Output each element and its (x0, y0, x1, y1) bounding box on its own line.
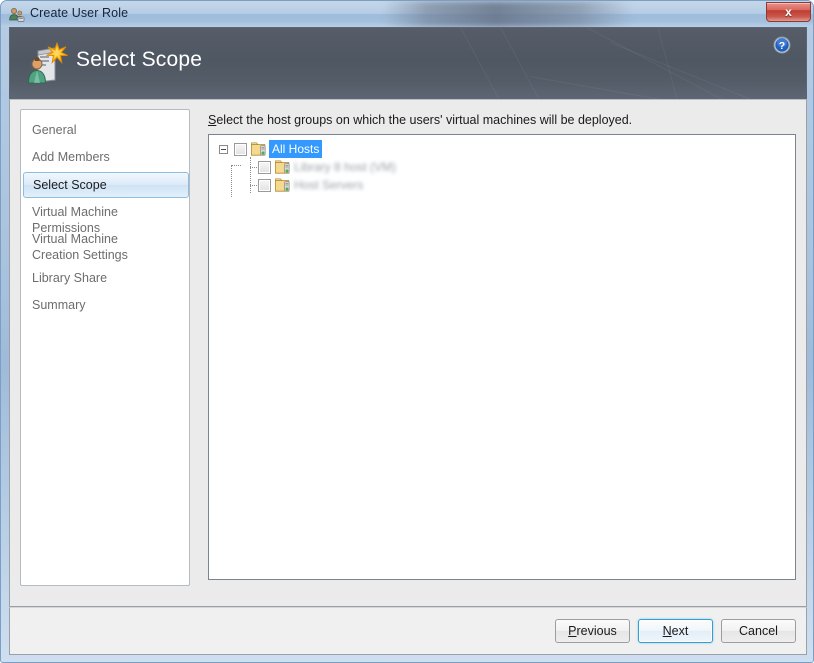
sidebar-item-library-share[interactable]: Library Share (23, 266, 189, 290)
sidebar-item-label: Virtual Machine Creation Settings (32, 232, 128, 262)
help-question-icon[interactable]: ? (773, 36, 791, 54)
close-icon: x (785, 5, 792, 19)
instruction-text: elect the host groups on which the users… (216, 113, 633, 127)
step-content: Select the host groups on which the user… (200, 109, 797, 586)
sidebar-item-summary[interactable]: Summary (23, 293, 189, 317)
page-title: Select Scope (76, 48, 203, 71)
sidebar-item-label: Summary (32, 298, 86, 312)
previous-button[interactable]: Previous (555, 619, 630, 643)
tree-checkbox[interactable] (234, 143, 247, 156)
tree-node-label[interactable]: Library 8 host (VM) (294, 158, 396, 176)
wizard-step-list: General Add Members Select Scope Virtual… (20, 109, 190, 586)
window-title: Create User Role (30, 6, 129, 20)
instruction-label: Select the host groups on which the user… (208, 113, 632, 127)
cancel-label: Cancel (739, 624, 778, 638)
user-role-icon (8, 6, 25, 23)
next-button[interactable]: Next (638, 619, 713, 643)
host-groups-tree[interactable]: All Hosts Library 8 host (VM) Host Serve… (208, 134, 796, 580)
host-group-folder-icon (251, 142, 267, 156)
svg-text:?: ? (779, 40, 785, 52)
sidebar-item-add-members[interactable]: Add Members (23, 145, 189, 169)
tree-node-label[interactable]: All Hosts (269, 140, 323, 158)
dialog-footer: Previous Next Cancel (9, 607, 807, 655)
title-bar: Create User Role x (1, 1, 813, 27)
dialog-body: General Add Members Select Scope Virtual… (9, 99, 807, 607)
tree-expander-icon[interactable] (219, 145, 228, 154)
dialog-window: Create User Role x Select Scope ? Genera… (0, 0, 814, 663)
sidebar-item-label: Library Share (32, 271, 108, 285)
previous-accesskey: P (568, 624, 577, 638)
sidebar-item-select-scope[interactable]: Select Scope (23, 172, 189, 198)
server-new-icon (24, 41, 68, 86)
cancel-button[interactable]: Cancel (721, 619, 796, 643)
tree-node-label[interactable]: Host Servers (294, 176, 363, 194)
sidebar-item-virtual-machine-creation-settings[interactable]: Virtual Machine Creation Settings (23, 227, 163, 267)
header-banner: Select Scope ? (9, 27, 807, 99)
sidebar-item-label: Add Members (32, 150, 110, 164)
tree-checkbox[interactable] (258, 179, 271, 192)
host-group-folder-icon (275, 178, 291, 192)
tree-connector (231, 165, 233, 197)
sidebar-item-general[interactable]: General (23, 118, 189, 142)
title-bar-blurred-region (383, 1, 633, 27)
tree-checkbox[interactable] (258, 161, 271, 174)
next-label: ext (671, 624, 689, 638)
close-button[interactable]: x (766, 2, 811, 22)
sidebar-item-label: Select Scope (33, 178, 107, 192)
tree-connector (231, 165, 241, 167)
previous-label: revious (576, 624, 617, 638)
host-group-folder-icon (275, 160, 291, 174)
next-accesskey: N (662, 624, 672, 638)
tree-connector (250, 157, 252, 193)
sidebar-item-label: General (32, 123, 77, 137)
